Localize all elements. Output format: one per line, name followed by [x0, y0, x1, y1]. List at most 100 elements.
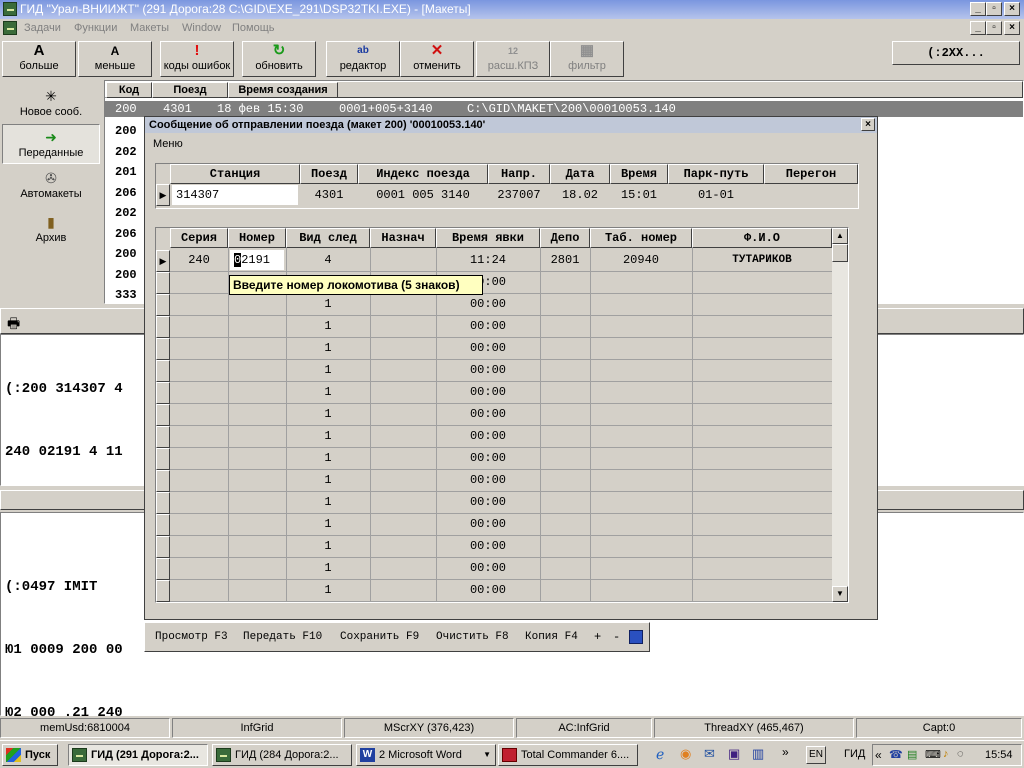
report-time-cell[interactable]: 00:00 — [436, 404, 540, 424]
train-index-cell[interactable]: 0001 005 3140 — [358, 185, 488, 205]
windows-cascade-icon[interactable] — [629, 630, 643, 644]
park-track-cell[interactable]: 01-01 — [668, 185, 764, 205]
traction-type-cell[interactable]: 1 — [286, 514, 370, 534]
copy-f4-button[interactable]: Копия F4 — [525, 631, 578, 643]
date-cell[interactable]: 18.02 — [550, 185, 610, 205]
crew-scrollbar[interactable]: ▲ ▼ — [832, 228, 848, 602]
header-code[interactable]: Код — [106, 82, 152, 98]
traction-type-cell[interactable]: 4 — [286, 250, 370, 270]
header-train[interactable]: Поезд — [152, 82, 228, 98]
list-item[interactable]: 206 — [115, 224, 137, 245]
report-time-cell[interactable]: 00:00 — [436, 360, 540, 380]
filter-button[interactable]: ▦ фильтр — [550, 41, 624, 77]
station-input[interactable]: 314307 — [172, 185, 298, 205]
list-item[interactable]: 206 — [115, 183, 137, 204]
code-filter-field[interactable]: (:2XX... — [892, 41, 1020, 65]
depot-cell[interactable]: 2801 — [540, 250, 590, 270]
report-time-cell[interactable]: 00:00 — [436, 580, 540, 600]
floppy-icon[interactable]: ▣ — [728, 746, 740, 762]
phone-icon[interactable]: ☎ — [889, 748, 903, 761]
speaker-icon[interactable]: ♪ — [943, 748, 949, 760]
traction-type-cell[interactable]: 1 — [286, 382, 370, 402]
series-cell[interactable]: 240 — [170, 250, 228, 270]
clock[interactable]: 15:54 — [985, 749, 1013, 761]
traction-type-cell[interactable]: 1 — [286, 536, 370, 556]
list-item[interactable]: 200 — [115, 265, 137, 286]
clear-f8-button[interactable]: Очистить F8 — [436, 631, 509, 643]
start-button[interactable]: Пуск — [2, 744, 58, 766]
traction-type-cell[interactable]: 1 — [286, 492, 370, 512]
status-icon[interactable]: ◌ — [957, 748, 964, 760]
report-time-cell[interactable]: 00:00 — [436, 294, 540, 314]
app-shortcut-icon[interactable]: ▥ — [752, 746, 764, 762]
report-time-cell[interactable]: 00:00 — [436, 338, 540, 358]
menu-funkcii[interactable]: Функции — [74, 22, 117, 34]
ie-icon[interactable]: ℯ — [656, 746, 664, 763]
assignment-cell[interactable] — [370, 250, 436, 270]
smaller-font-button[interactable]: A меньше — [78, 41, 152, 77]
list-item[interactable]: 200 — [115, 244, 137, 265]
kpz-button[interactable]: 12 расш.КПЗ — [476, 41, 550, 77]
list-item[interactable]: 201 — [115, 162, 137, 183]
report-time-cell[interactable]: 00:00 — [436, 536, 540, 556]
list-item[interactable]: 202 — [115, 203, 137, 224]
loco-number-input[interactable]: 02191 — [230, 250, 284, 270]
scroll-up-arrow-icon[interactable]: ▲ — [832, 228, 848, 244]
archive-button[interactable]: ▮ Архив — [2, 210, 100, 250]
minus-button[interactable]: - — [613, 630, 620, 644]
dialog-close-button[interactable]: × — [861, 118, 875, 131]
traction-type-cell[interactable]: 1 — [286, 558, 370, 578]
task-total-commander[interactable]: Total Commander 6.... — [498, 744, 638, 766]
child-restore-button[interactable]: ▫ — [986, 21, 1002, 35]
save-f9-button[interactable]: Сохранить F9 — [340, 631, 419, 643]
traction-type-cell[interactable]: 1 — [286, 360, 370, 380]
task-gid-284[interactable]: ГИД (284 Дорога:2... — [212, 744, 352, 766]
tab-number-cell[interactable]: 20940 — [590, 250, 692, 270]
child-close-button[interactable]: × — [1004, 21, 1020, 35]
list-item[interactable]: 333 — [115, 285, 137, 306]
report-time-cell[interactable]: 00:00 — [436, 470, 540, 490]
list-item[interactable]: 202 — [115, 142, 137, 163]
section-cell[interactable] — [764, 185, 858, 205]
train-cell[interactable]: 4301 — [300, 185, 358, 205]
child-minimize-button[interactable]: _ — [970, 21, 986, 35]
report-time-cell[interactable]: 00:00 — [436, 448, 540, 468]
outlook-icon[interactable]: ✉ — [704, 746, 715, 762]
quicklaunch-more-icon[interactable]: » — [782, 745, 789, 759]
menu-makety[interactable]: Макеты — [130, 22, 169, 34]
full-name-cell[interactable]: ТУТАРИКОВ — [692, 250, 832, 270]
network-icon[interactable]: ▤ — [907, 748, 917, 761]
cancel-button[interactable]: ✕ отменить — [400, 41, 474, 77]
keyboard-icon[interactable]: ⌨ — [925, 748, 941, 761]
task-gid-291[interactable]: ГИД (291 Дорога:2... — [68, 744, 208, 766]
time-cell[interactable]: 15:01 — [610, 185, 668, 205]
bigger-font-button[interactable]: A больше — [2, 41, 76, 77]
list-item[interactable]: 200 — [115, 121, 137, 142]
selected-list-row[interactable]: 200 4301 18 фев 15:30 0001+005+3140 C:\G… — [105, 101, 1023, 117]
traction-type-cell[interactable]: 1 — [286, 294, 370, 314]
menu-window[interactable]: Window — [182, 22, 221, 34]
report-time-cell[interactable]: 00:00 — [436, 514, 540, 534]
refresh-button[interactable]: ↻ обновить — [242, 41, 316, 77]
menu-zadachi[interactable]: Задачи — [24, 22, 61, 34]
menu-help[interactable]: Помощь — [232, 22, 275, 34]
send-f10-button[interactable]: Передать F10 — [243, 631, 322, 643]
traction-type-cell[interactable]: 1 — [286, 404, 370, 424]
report-time-cell[interactable]: 11:24 — [436, 250, 540, 270]
header-time[interactable]: Время создания — [228, 82, 338, 98]
traction-type-cell[interactable]: 1 — [286, 338, 370, 358]
view-f3-button[interactable]: Просмотр F3 — [155, 631, 228, 643]
report-time-cell[interactable]: 00:00 — [436, 492, 540, 512]
dialog-menu[interactable]: Меню — [153, 138, 183, 150]
report-time-cell[interactable]: 00:00 — [436, 382, 540, 402]
auto-makety-button[interactable]: ✇ Автомакеты — [2, 166, 100, 206]
minimize-button[interactable]: _ — [970, 2, 986, 16]
tray-gid-label[interactable]: ГИД — [844, 748, 865, 760]
report-time-cell[interactable]: 00:00 — [436, 426, 540, 446]
plus-button[interactable]: + — [594, 630, 601, 644]
close-button[interactable]: × — [1004, 2, 1020, 16]
maximize-button[interactable]: ▫ — [986, 2, 1002, 16]
tray-expand-icon[interactable]: « — [875, 748, 882, 762]
traction-type-cell[interactable]: 1 — [286, 470, 370, 490]
error-codes-button[interactable]: ! коды ошибок — [160, 41, 234, 77]
